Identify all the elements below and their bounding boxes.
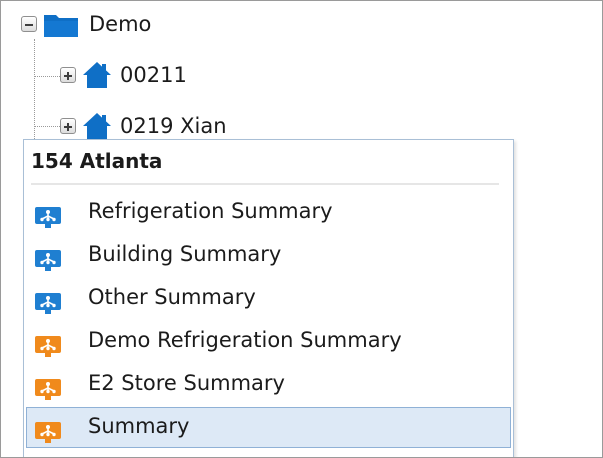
network-monitor-icon <box>35 207 61 228</box>
tree-connector-line <box>34 39 35 149</box>
tree-panel: Demo 00211 0219 Xian 154 Atlanta Refrige… <box>0 0 603 458</box>
tree-connector-line <box>34 126 60 127</box>
tree-node-label: 0219 Xian <box>120 114 227 138</box>
context-menu: 154 Atlanta Refrigeration Summary Buildi… <box>23 139 514 457</box>
expand-icon[interactable] <box>60 67 76 83</box>
network-monitor-icon <box>35 250 61 271</box>
tree-node-label: 00211 <box>120 63 187 87</box>
menu-item-label: Building Summary <box>88 242 282 266</box>
network-monitor-icon <box>35 293 61 314</box>
network-monitor-icon <box>35 422 61 443</box>
menu-item-building-summary[interactable]: Building Summary <box>26 235 511 276</box>
menu-item-summary[interactable]: Summary <box>26 407 511 448</box>
tree-node-00211[interactable]: 00211 <box>60 57 187 93</box>
menu-separator <box>31 183 499 185</box>
tree-node-label: Demo <box>89 12 152 36</box>
menu-item-label: Other Summary <box>88 285 256 309</box>
menu-item-refrigeration-summary[interactable]: Refrigeration Summary <box>26 192 511 233</box>
house-icon <box>82 61 112 89</box>
tree-connector-line <box>34 76 60 77</box>
menu-item-e2-store-summary[interactable]: E2 Store Summary <box>26 364 511 405</box>
folder-icon <box>43 11 79 38</box>
menu-item-label: Summary <box>88 414 190 438</box>
network-monitor-icon <box>35 336 61 357</box>
menu-item-label: Demo Refrigeration Summary <box>88 328 402 352</box>
house-icon <box>82 112 112 140</box>
network-monitor-icon <box>35 379 61 400</box>
menu-item-other-summary[interactable]: Other Summary <box>26 278 511 319</box>
tree-node-demo[interactable]: Demo <box>21 6 151 42</box>
collapse-icon[interactable] <box>21 16 37 32</box>
menu-title: 154 Atlanta <box>31 149 163 173</box>
menu-item-label: E2 Store Summary <box>88 371 285 395</box>
menu-item-label: Refrigeration Summary <box>88 199 333 223</box>
expand-icon[interactable] <box>60 118 76 134</box>
menu-item-demo-refrigeration-summary[interactable]: Demo Refrigeration Summary <box>26 321 511 362</box>
